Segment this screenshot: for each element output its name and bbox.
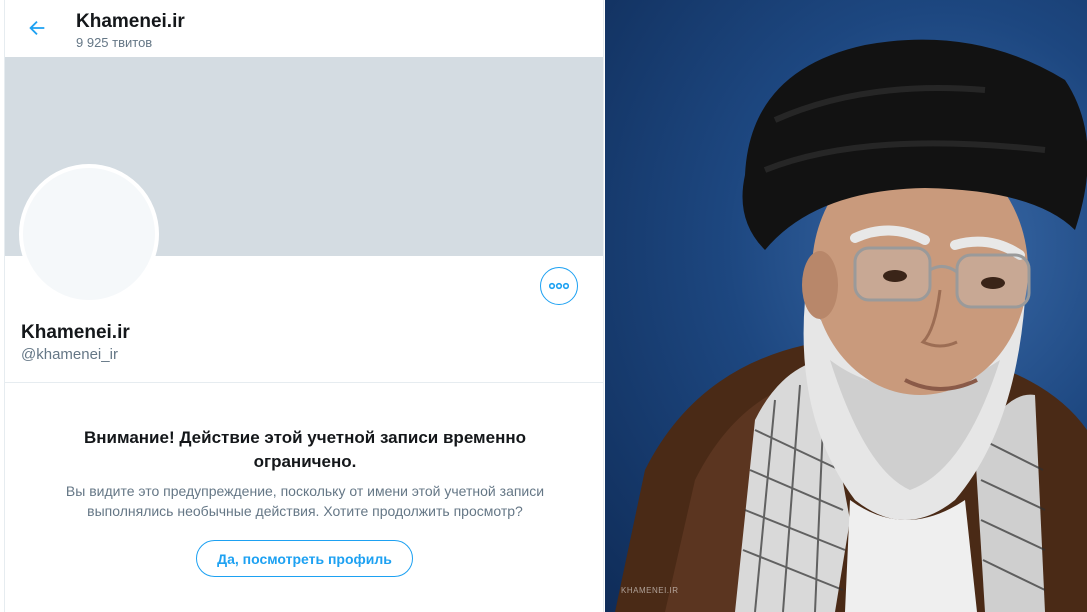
- tweet-count: 9 925 твитов: [76, 35, 153, 50]
- portrait-photo: KHAMENEI.IR: [605, 0, 1087, 612]
- watermark: KHAMENEI.IR: [621, 586, 679, 595]
- view-profile-button[interactable]: Да, посмотреть профиль: [196, 540, 413, 577]
- warning-text: Вы видите это предупреждение, поскольку …: [65, 483, 545, 519]
- warning-title: Внимание! Действие этой учетной записи в…: [83, 428, 527, 471]
- back-button[interactable]: [21, 12, 53, 44]
- profile-panel: Khamenei.ir 9 925 твитов Khamenei.ir @kh…: [4, 0, 604, 612]
- portrait-illustration: [615, 39, 1087, 612]
- arrow-left-icon: [29, 20, 45, 36]
- profile-header: Khamenei.ir 9 925 твитов: [5, 0, 603, 57]
- avatar: [19, 164, 159, 304]
- profile-handle: @khamenei_ir: [21, 346, 118, 363]
- more-dots-icon: [549, 282, 569, 290]
- more-options-button[interactable]: [540, 267, 578, 305]
- divider: [5, 382, 603, 383]
- profile-name: Khamenei.ir: [21, 322, 130, 343]
- header-title: Khamenei.ir: [76, 11, 185, 32]
